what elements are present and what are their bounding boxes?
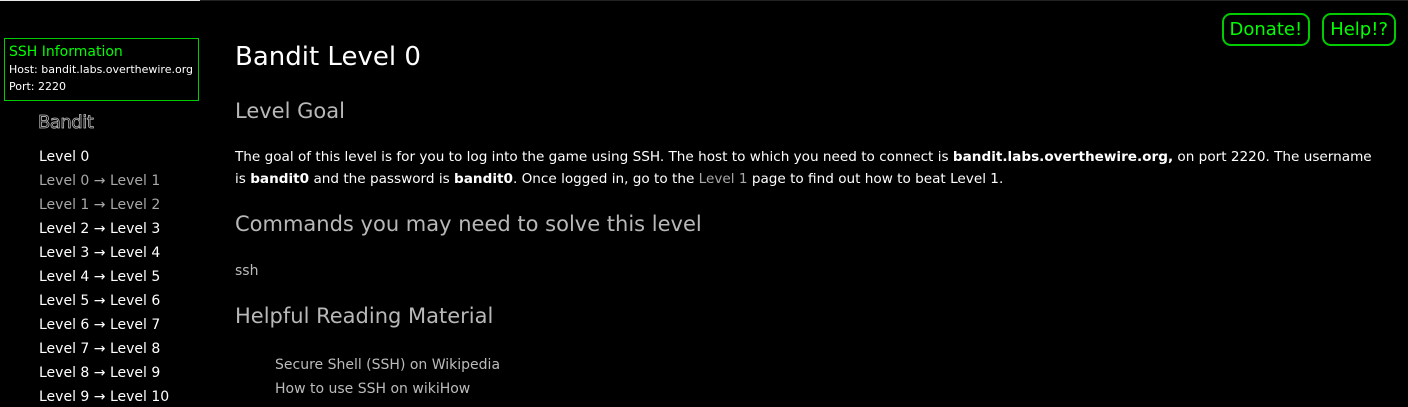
reading-links: Secure Shell (SSH) on Wikipedia How to u… <box>275 353 500 401</box>
goal-username: bandit0 <box>250 171 310 187</box>
ssh-info-title: SSH Information <box>9 44 123 60</box>
ssh-host: Host: bandit.labs.overthewire.org <box>9 63 194 76</box>
level-1-link[interactable]: Level 1 <box>699 171 748 187</box>
sidebar-item-level-6-7[interactable]: Level 6 → Level 7 <box>39 313 169 337</box>
bandit-logo[interactable]: Bandit <box>38 112 95 134</box>
sidebar-item-level-0-1[interactable]: Level 0 → Level 1 <box>39 169 169 193</box>
goal-text-part: page to find out how to beat Level 1. <box>747 171 1004 187</box>
command-ssh: ssh <box>235 263 259 279</box>
goal-password: bandit0 <box>454 171 513 187</box>
sidebar-item-level-5-6[interactable]: Level 5 → Level 6 <box>39 289 169 313</box>
goal-text-part: and the password is <box>309 171 455 187</box>
level-goal-text: The goal of this level is for you to log… <box>235 146 1385 190</box>
reading-link-wikihow[interactable]: How to use SSH on wikiHow <box>275 377 500 401</box>
sidebar-item-level-8-9[interactable]: Level 8 → Level 9 <box>39 361 169 385</box>
sidebar-item-level-0[interactable]: Level 0 <box>39 145 169 169</box>
sidebar-nav: Level 0 Level 0 → Level 1 Level 1 → Leve… <box>39 145 169 407</box>
main-content: Bandit Level 0 Level Goal The goal of th… <box>235 40 1385 397</box>
sidebar-item-level-2-3[interactable]: Level 2 → Level 3 <box>39 217 169 241</box>
goal-host: bandit.labs.overthewire.org, <box>952 149 1174 165</box>
top-divider-dark <box>200 0 1408 1</box>
sidebar-item-level-4-5[interactable]: Level 4 → Level 5 <box>39 265 169 289</box>
sidebar-item-level-7-8[interactable]: Level 7 → Level 8 <box>39 337 169 361</box>
goal-text-part: . Once logged in, go to the <box>512 171 699 187</box>
level-goal-heading: Level Goal <box>235 99 345 123</box>
goal-text-part: The goal of this level is for you to log… <box>235 149 953 165</box>
ssh-port: Port: 2220 <box>9 80 67 93</box>
page-title: Bandit Level 0 <box>235 42 421 72</box>
sidebar-item-level-3-4[interactable]: Level 3 → Level 4 <box>39 241 169 265</box>
page: Donate! Help!? SSH Information Host: ban… <box>0 0 1408 407</box>
reading-heading: Helpful Reading Material <box>235 304 494 328</box>
commands-heading: Commands you may need to solve this leve… <box>235 212 702 236</box>
sidebar-item-level-1-2[interactable]: Level 1 → Level 2 <box>39 193 169 217</box>
ssh-info-box: SSH Information Host: bandit.labs.overth… <box>4 38 199 101</box>
top-divider <box>0 0 200 1</box>
sidebar-item-level-9-10[interactable]: Level 9 → Level 10 <box>39 385 169 407</box>
reading-link-wikipedia[interactable]: Secure Shell (SSH) on Wikipedia <box>275 353 500 377</box>
